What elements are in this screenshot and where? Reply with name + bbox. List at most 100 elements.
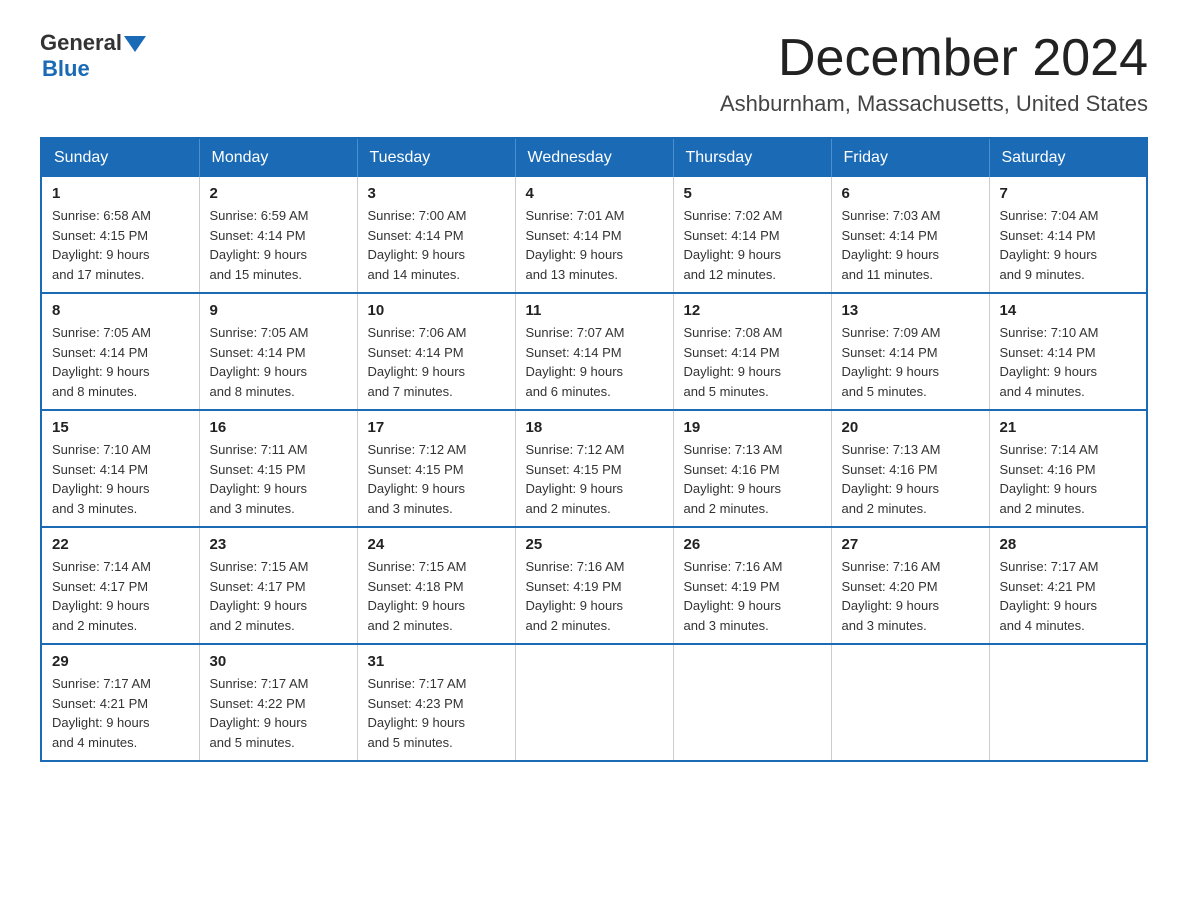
calendar-cell: 4 Sunrise: 7:01 AMSunset: 4:14 PMDayligh… (515, 177, 673, 293)
calendar-cell (515, 644, 673, 761)
day-info: Sunrise: 7:17 AMSunset: 4:21 PMDaylight:… (52, 676, 151, 750)
day-info: Sunrise: 7:17 AMSunset: 4:23 PMDaylight:… (368, 676, 467, 750)
calendar-cell: 7 Sunrise: 7:04 AMSunset: 4:14 PMDayligh… (989, 177, 1147, 293)
weekday-header-saturday: Saturday (989, 138, 1147, 177)
day-info: Sunrise: 7:00 AMSunset: 4:14 PMDaylight:… (368, 208, 467, 282)
weekday-header-wednesday: Wednesday (515, 138, 673, 177)
calendar-cell: 18 Sunrise: 7:12 AMSunset: 4:15 PMDaylig… (515, 410, 673, 527)
day-info: Sunrise: 7:10 AMSunset: 4:14 PMDaylight:… (52, 442, 151, 516)
calendar-cell: 12 Sunrise: 7:08 AMSunset: 4:14 PMDaylig… (673, 293, 831, 410)
day-number: 14 (1000, 302, 1137, 319)
calendar-cell: 25 Sunrise: 7:16 AMSunset: 4:19 PMDaylig… (515, 527, 673, 644)
calendar-cell: 30 Sunrise: 7:17 AMSunset: 4:22 PMDaylig… (199, 644, 357, 761)
day-info: Sunrise: 7:14 AMSunset: 4:17 PMDaylight:… (52, 559, 151, 633)
day-number: 5 (684, 185, 821, 202)
day-number: 23 (210, 536, 347, 553)
month-year-title: December 2024 (720, 30, 1148, 87)
day-number: 13 (842, 302, 979, 319)
calendar-cell: 22 Sunrise: 7:14 AMSunset: 4:17 PMDaylig… (41, 527, 199, 644)
logo: General Blue (40, 30, 146, 82)
day-number: 21 (1000, 419, 1137, 436)
calendar-cell: 14 Sunrise: 7:10 AMSunset: 4:14 PMDaylig… (989, 293, 1147, 410)
day-info: Sunrise: 7:15 AMSunset: 4:18 PMDaylight:… (368, 559, 467, 633)
day-info: Sunrise: 7:15 AMSunset: 4:17 PMDaylight:… (210, 559, 309, 633)
day-number: 17 (368, 419, 505, 436)
calendar-week-row: 15 Sunrise: 7:10 AMSunset: 4:14 PMDaylig… (41, 410, 1147, 527)
calendar-cell: 26 Sunrise: 7:16 AMSunset: 4:19 PMDaylig… (673, 527, 831, 644)
day-info: Sunrise: 7:16 AMSunset: 4:19 PMDaylight:… (684, 559, 783, 633)
day-number: 30 (210, 653, 347, 670)
calendar-cell: 21 Sunrise: 7:14 AMSunset: 4:16 PMDaylig… (989, 410, 1147, 527)
calendar-cell: 6 Sunrise: 7:03 AMSunset: 4:14 PMDayligh… (831, 177, 989, 293)
calendar-cell: 24 Sunrise: 7:15 AMSunset: 4:18 PMDaylig… (357, 527, 515, 644)
weekday-header-sunday: Sunday (41, 138, 199, 177)
day-info: Sunrise: 7:08 AMSunset: 4:14 PMDaylight:… (684, 325, 783, 399)
day-info: Sunrise: 7:04 AMSunset: 4:14 PMDaylight:… (1000, 208, 1099, 282)
calendar-cell: 20 Sunrise: 7:13 AMSunset: 4:16 PMDaylig… (831, 410, 989, 527)
calendar-cell: 16 Sunrise: 7:11 AMSunset: 4:15 PMDaylig… (199, 410, 357, 527)
calendar-week-row: 29 Sunrise: 7:17 AMSunset: 4:21 PMDaylig… (41, 644, 1147, 761)
calendar-week-row: 22 Sunrise: 7:14 AMSunset: 4:17 PMDaylig… (41, 527, 1147, 644)
calendar-cell: 3 Sunrise: 7:00 AMSunset: 4:14 PMDayligh… (357, 177, 515, 293)
calendar-cell: 8 Sunrise: 7:05 AMSunset: 4:14 PMDayligh… (41, 293, 199, 410)
calendar-cell: 15 Sunrise: 7:10 AMSunset: 4:14 PMDaylig… (41, 410, 199, 527)
calendar-cell: 19 Sunrise: 7:13 AMSunset: 4:16 PMDaylig… (673, 410, 831, 527)
calendar-cell: 10 Sunrise: 7:06 AMSunset: 4:14 PMDaylig… (357, 293, 515, 410)
day-number: 22 (52, 536, 189, 553)
day-number: 28 (1000, 536, 1137, 553)
page-header: General Blue December 2024 Ashburnham, M… (40, 30, 1148, 117)
day-number: 19 (684, 419, 821, 436)
day-number: 15 (52, 419, 189, 436)
calendar-cell: 11 Sunrise: 7:07 AMSunset: 4:14 PMDaylig… (515, 293, 673, 410)
title-block: December 2024 Ashburnham, Massachusetts,… (720, 30, 1148, 117)
calendar-cell: 23 Sunrise: 7:15 AMSunset: 4:17 PMDaylig… (199, 527, 357, 644)
calendar-cell: 2 Sunrise: 6:59 AMSunset: 4:14 PMDayligh… (199, 177, 357, 293)
day-number: 12 (684, 302, 821, 319)
day-info: Sunrise: 7:13 AMSunset: 4:16 PMDaylight:… (684, 442, 783, 516)
day-info: Sunrise: 7:07 AMSunset: 4:14 PMDaylight:… (526, 325, 625, 399)
day-info: Sunrise: 7:16 AMSunset: 4:19 PMDaylight:… (526, 559, 625, 633)
calendar-cell (989, 644, 1147, 761)
day-number: 7 (1000, 185, 1137, 202)
calendar-cell: 28 Sunrise: 7:17 AMSunset: 4:21 PMDaylig… (989, 527, 1147, 644)
day-info: Sunrise: 7:02 AMSunset: 4:14 PMDaylight:… (684, 208, 783, 282)
day-info: Sunrise: 7:17 AMSunset: 4:22 PMDaylight:… (210, 676, 309, 750)
day-number: 9 (210, 302, 347, 319)
day-info: Sunrise: 6:58 AMSunset: 4:15 PMDaylight:… (52, 208, 151, 282)
day-info: Sunrise: 7:11 AMSunset: 4:15 PMDaylight:… (210, 442, 308, 516)
day-number: 25 (526, 536, 663, 553)
weekday-header-friday: Friday (831, 138, 989, 177)
calendar-cell: 1 Sunrise: 6:58 AMSunset: 4:15 PMDayligh… (41, 177, 199, 293)
day-info: Sunrise: 7:16 AMSunset: 4:20 PMDaylight:… (842, 559, 941, 633)
calendar-cell (673, 644, 831, 761)
day-number: 8 (52, 302, 189, 319)
calendar-header-row: SundayMondayTuesdayWednesdayThursdayFrid… (41, 138, 1147, 177)
calendar-week-row: 1 Sunrise: 6:58 AMSunset: 4:15 PMDayligh… (41, 177, 1147, 293)
weekday-header-tuesday: Tuesday (357, 138, 515, 177)
day-info: Sunrise: 7:10 AMSunset: 4:14 PMDaylight:… (1000, 325, 1099, 399)
day-number: 18 (526, 419, 663, 436)
day-number: 20 (842, 419, 979, 436)
day-number: 24 (368, 536, 505, 553)
day-info: Sunrise: 6:59 AMSunset: 4:14 PMDaylight:… (210, 208, 309, 282)
calendar-cell: 13 Sunrise: 7:09 AMSunset: 4:14 PMDaylig… (831, 293, 989, 410)
location-subtitle: Ashburnham, Massachusetts, United States (720, 91, 1148, 117)
day-number: 6 (842, 185, 979, 202)
day-info: Sunrise: 7:09 AMSunset: 4:14 PMDaylight:… (842, 325, 941, 399)
day-number: 31 (368, 653, 505, 670)
calendar-cell: 27 Sunrise: 7:16 AMSunset: 4:20 PMDaylig… (831, 527, 989, 644)
day-info: Sunrise: 7:14 AMSunset: 4:16 PMDaylight:… (1000, 442, 1099, 516)
calendar-cell (831, 644, 989, 761)
day-number: 4 (526, 185, 663, 202)
day-number: 26 (684, 536, 821, 553)
day-number: 16 (210, 419, 347, 436)
calendar-cell: 17 Sunrise: 7:12 AMSunset: 4:15 PMDaylig… (357, 410, 515, 527)
day-number: 27 (842, 536, 979, 553)
day-number: 11 (526, 302, 663, 319)
day-info: Sunrise: 7:12 AMSunset: 4:15 PMDaylight:… (526, 442, 625, 516)
day-number: 3 (368, 185, 505, 202)
calendar-cell: 29 Sunrise: 7:17 AMSunset: 4:21 PMDaylig… (41, 644, 199, 761)
day-number: 2 (210, 185, 347, 202)
calendar-table: SundayMondayTuesdayWednesdayThursdayFrid… (40, 137, 1148, 762)
day-number: 29 (52, 653, 189, 670)
